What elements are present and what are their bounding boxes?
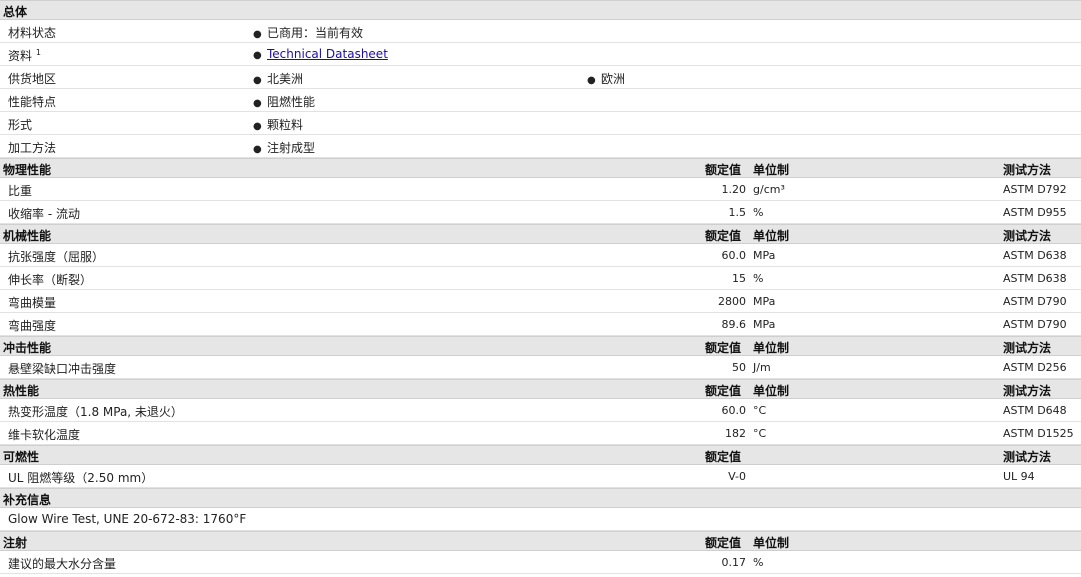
table-row: 资料 1 ● Technical Datasheet: [0, 43, 1081, 66]
section-header-mechanical: 机械性能 额定值 单位制 测试方法: [0, 224, 1081, 244]
col-header-value: 额定值: [705, 229, 742, 243]
section-title: 补充信息: [3, 493, 52, 507]
row-value: 2800: [718, 295, 746, 308]
table-row: 供货地区 ● 北美洲 ● 欧洲: [0, 66, 1081, 89]
col-header-method: 测试方法: [1003, 450, 1052, 464]
row-value: 0.17: [721, 556, 747, 569]
row-unit: MPa: [753, 318, 776, 331]
table-row: 维卡软化温度 182 °C ASTM D1525: [0, 422, 1081, 445]
section-header-general: 总体: [0, 0, 1081, 20]
list-item: ● 欧洲: [587, 72, 626, 86]
row-value: 1.5: [728, 206, 747, 219]
supplemental-text: Glow Wire Test, UNE 20-672-83: 1760°F: [8, 512, 247, 526]
col-header-value: 额定值: [705, 163, 742, 177]
row-unit: J/m: [753, 361, 771, 374]
col-header-value: 额定值: [705, 341, 742, 355]
row-label: 资料 1: [8, 48, 41, 63]
row-method: ASTM D1525: [1003, 427, 1074, 440]
row-value: 60.0: [721, 249, 747, 262]
col-header-value: 额定值: [705, 536, 742, 550]
table-row: 建议的最大水分含量 0.17 %: [0, 551, 1081, 574]
table-row: 形式 ● 颗粒料: [0, 112, 1081, 135]
list-item: ● 阻燃性能: [253, 95, 316, 109]
table-row: 热变形温度（1.8 MPa, 未退火） 60.0 °C ASTM D648: [0, 399, 1081, 422]
table-row: 性能特点 ● 阻燃性能: [0, 89, 1081, 112]
table-row: 收缩率 - 流动 1.5 % ASTM D955: [0, 201, 1081, 224]
row-method: ASTM D792: [1003, 183, 1067, 196]
row-unit: g/cm³: [753, 183, 785, 196]
col-header-unit: 单位制: [753, 384, 790, 398]
section-header-flammability: 可燃性 额定值 测试方法: [0, 445, 1081, 465]
row-value: 182: [725, 427, 746, 440]
row-label: 供货地区: [8, 72, 57, 86]
list-item: ● 注射成型: [253, 141, 316, 155]
table-row: 悬壁梁缺口冲击强度 50 J/m ASTM D256: [0, 356, 1081, 379]
row-value: 15: [732, 272, 746, 285]
col-header-unit: 单位制: [753, 229, 790, 243]
section-header-physical: 物理性能 额定值 单位制 测试方法: [0, 158, 1081, 178]
row-method: ASTM D638: [1003, 272, 1067, 285]
list-item: ● 已商用：当前有效: [253, 26, 364, 40]
section-header-thermal: 热性能 额定值 单位制 测试方法: [0, 379, 1081, 399]
section-title: 冲击性能: [3, 341, 52, 355]
row-label: 加工方法: [8, 141, 57, 155]
row-label: 性能特点: [8, 95, 57, 109]
row-value: 1.20: [721, 183, 747, 196]
list-item: ● Technical Datasheet: [253, 47, 388, 61]
row-method: ASTM D638: [1003, 249, 1067, 262]
row-method: ASTM D648: [1003, 404, 1067, 417]
section-title: 注射: [3, 536, 28, 550]
table-row: 伸长率（断裂） 15 % ASTM D638: [0, 267, 1081, 290]
list-item: ● 颗粒料: [253, 118, 304, 132]
row-value: 60.0: [721, 404, 747, 417]
table-row: 加工方法 ● 注射成型: [0, 135, 1081, 158]
list-item: ● 北美洲: [253, 72, 304, 86]
section-header-injection: 注射 额定值 单位制: [0, 531, 1081, 551]
row-unit: %: [753, 556, 764, 569]
table-row: 弯曲模量 2800 MPa ASTM D790: [0, 290, 1081, 313]
section-title: 总体: [3, 5, 28, 19]
datasheet: 总体 材料状态 ● 已商用：当前有效 资料 1 ● Technical Datash…: [0, 0, 1081, 577]
row-label: 形式: [8, 118, 33, 132]
row-label: 材料状态: [8, 26, 57, 40]
table-row: UL 阻燃等级（2.50 mm） V-0 UL 94: [0, 465, 1081, 488]
col-header-method: 测试方法: [1003, 341, 1052, 355]
table-row: 材料状态 ● 已商用：当前有效: [0, 20, 1081, 43]
table-row: 弯曲强度 89.6 MPa ASTM D790: [0, 313, 1081, 336]
row-method: ASTM D256: [1003, 361, 1067, 374]
row-unit: MPa: [753, 295, 776, 308]
table-row: 抗张强度（屈服） 60.0 MPa ASTM D638: [0, 244, 1081, 267]
row-unit: °C: [753, 404, 767, 417]
col-header-method: 测试方法: [1003, 384, 1052, 398]
technical-datasheet-link[interactable]: Technical Datasheet: [267, 47, 388, 61]
col-header-method: 测试方法: [1003, 163, 1052, 177]
table-row: 比重 1.20 g/cm³ ASTM D792: [0, 178, 1081, 201]
col-header-method: 测试方法: [1003, 229, 1052, 243]
col-header-value: 额定值: [705, 450, 742, 464]
row-value: 89.6: [721, 318, 747, 331]
col-header-unit: 单位制: [753, 163, 790, 177]
row-method: ASTM D790: [1003, 295, 1067, 308]
row-unit: %: [753, 206, 764, 219]
section-title: 物理性能: [3, 163, 52, 177]
section-header-impact: 冲击性能 额定值 单位制 测试方法: [0, 336, 1081, 356]
row-unit: %: [753, 272, 764, 285]
col-header-value: 额定值: [705, 384, 742, 398]
row-method: UL 94: [1003, 470, 1035, 483]
col-header-unit: 单位制: [753, 536, 790, 550]
row-method: ASTM D790: [1003, 318, 1067, 331]
row-value: V-0: [728, 470, 746, 483]
row-unit: MPa: [753, 249, 776, 262]
section-title: 可燃性: [3, 450, 40, 464]
section-header-supplemental: 补充信息: [0, 488, 1081, 508]
row-value: 50: [732, 361, 746, 374]
col-header-unit: 单位制: [753, 341, 790, 355]
row-unit: °C: [753, 427, 767, 440]
section-title: 机械性能: [3, 229, 52, 243]
table-row: Glow Wire Test, UNE 20-672-83: 1760°F: [0, 508, 1081, 531]
section-title: 热性能: [3, 384, 40, 398]
row-method: ASTM D955: [1003, 206, 1067, 219]
